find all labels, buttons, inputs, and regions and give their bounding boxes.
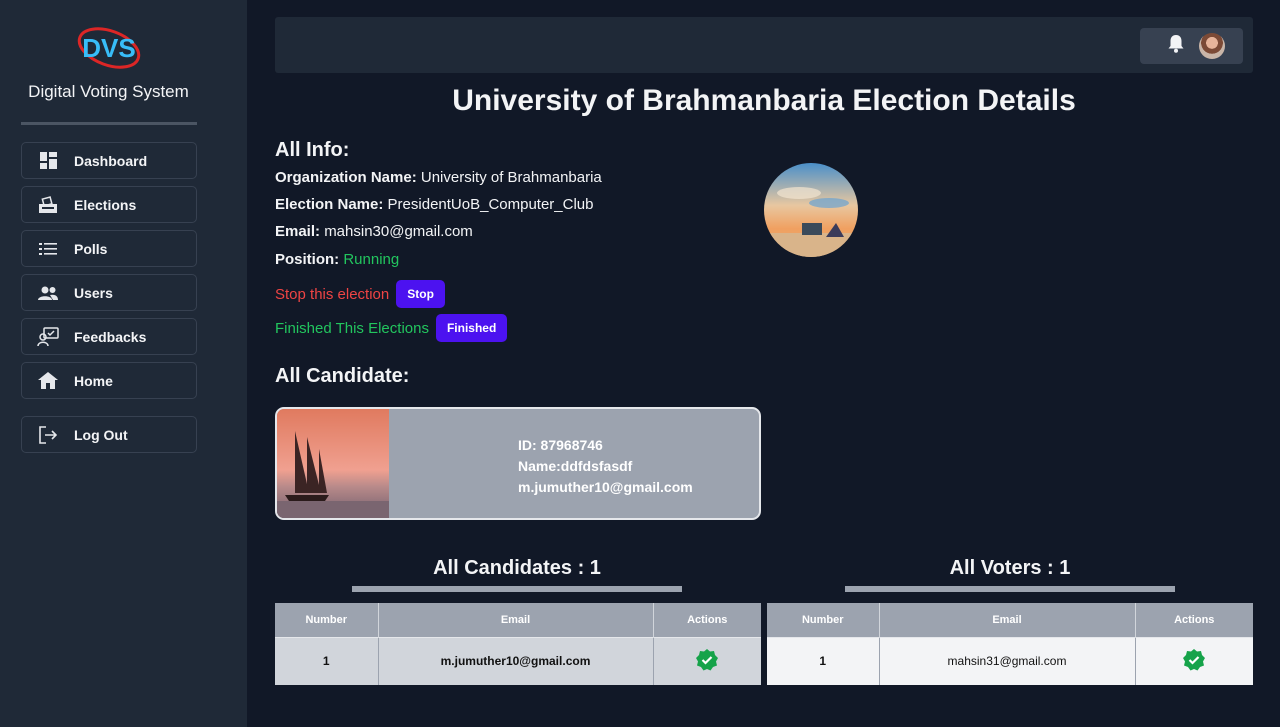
avatar[interactable] (1199, 33, 1225, 59)
candidate-name: Name:ddfdsfasdf (518, 458, 633, 474)
bell-icon[interactable] (1167, 34, 1185, 58)
dvs-logo: DVS (77, 27, 141, 69)
position-row: Position: Running (275, 251, 399, 268)
position-label: Position: (275, 251, 340, 268)
column-header: Actions (1135, 603, 1253, 637)
stop-row: Stop this election Stop (275, 280, 445, 308)
sidebar-item-home[interactable]: Home (21, 362, 197, 399)
feedback-icon (22, 326, 74, 347)
candidate-id: ID: 87968746 (518, 437, 603, 453)
sidebar-item-elections[interactable]: Elections (21, 186, 197, 223)
row-email: mahsin31@gmail.com (879, 636, 1136, 685)
voters-table: Number Email Actions 1 mahsin31@gmail.co… (767, 603, 1253, 685)
home-icon (22, 372, 74, 389)
election-label: Election Name: (275, 196, 384, 213)
dashboard-icon (22, 152, 74, 169)
svg-text:DVS: DVS (82, 33, 135, 63)
table-row: 1 m.jumuther10@gmail.com (275, 636, 761, 685)
sidebar-item-label: Home (74, 372, 113, 389)
top-bar (275, 17, 1253, 73)
candidates-table: Number Email Actions 1 m.jumuther10@gmai… (275, 603, 761, 685)
email-row: Email: mahsin30@gmail.com (275, 223, 473, 240)
election-value: PresidentUoB_Computer_Club (387, 196, 594, 213)
verified-check-icon[interactable] (1183, 648, 1206, 671)
column-header: Actions (653, 603, 761, 637)
logout-icon (22, 425, 74, 444)
users-icon (22, 286, 74, 300)
sidebar-item-users[interactable]: Users (21, 274, 197, 311)
finished-button[interactable]: Finished (435, 314, 508, 342)
table-header-row: Number Email Actions (275, 603, 761, 637)
org-value: University of Brahmanbaria (420, 169, 602, 186)
voters-table-title: All Voters : 1 (949, 557, 1071, 579)
finish-text: Finished This Elections (275, 319, 429, 337)
finish-row: Finished This Elections Finished (275, 314, 508, 342)
sidebar-item-label: Polls (74, 240, 108, 257)
user-menu[interactable] (1140, 28, 1243, 64)
sidebar-item-label: Dashboard (74, 152, 148, 169)
candidate-photo (277, 409, 389, 518)
sidebar-item-label: Feedbacks (74, 328, 147, 345)
column-header: Number (767, 603, 880, 637)
row-email: m.jumuther10@gmail.com (378, 636, 654, 685)
organization-photo (764, 163, 858, 257)
org-label: Organization Name: (275, 169, 417, 186)
sidebar-item-feedbacks[interactable]: Feedbacks (21, 318, 197, 355)
sidebar-item-polls[interactable]: Polls (21, 230, 197, 267)
list-icon (22, 242, 74, 256)
column-header: Email (879, 603, 1136, 637)
logout-button[interactable]: Log Out (21, 416, 197, 453)
sidebar: DVS Digital Voting System Dashboard Elec… (0, 0, 247, 727)
brand-name: Digital Voting System (28, 82, 189, 101)
election-row: Election Name: PresidentUoB_Computer_Clu… (275, 196, 594, 213)
page-title: University of Brahmanbaria Election Deta… (452, 84, 1076, 117)
ballot-box-icon (22, 195, 74, 214)
divider (352, 586, 682, 592)
candidate-card[interactable]: ID: 87968746 Name:ddfdsfasdf m.jumuther1… (275, 407, 761, 520)
position-status: Running (343, 251, 400, 268)
row-number: 1 (275, 636, 379, 685)
candidates-table-title: All Candidates : 1 (433, 557, 601, 579)
row-actions (653, 636, 761, 685)
row-actions (1135, 636, 1253, 685)
table-header-row: Number Email Actions (767, 603, 1253, 637)
candidate-details: ID: 87968746 Name:ddfdsfasdf m.jumuther1… (518, 435, 693, 498)
candidate-email: m.jumuther10@gmail.com (518, 479, 693, 495)
email-label: Email: (275, 223, 321, 240)
candidates-heading: All Candidate: (275, 365, 410, 387)
divider (845, 586, 1175, 592)
table-row: 1 mahsin31@gmail.com (767, 636, 1253, 685)
stop-button[interactable]: Stop (396, 280, 445, 308)
divider (21, 122, 197, 125)
organization-row: Organization Name: University of Brahman… (275, 169, 602, 186)
verified-check-icon[interactable] (696, 648, 719, 671)
sidebar-item-label: Users (74, 284, 113, 301)
sidebar-item-dashboard[interactable]: Dashboard (21, 142, 197, 179)
row-number: 1 (767, 636, 880, 685)
info-heading: All Info: (275, 139, 350, 161)
email-value: mahsin30@gmail.com (324, 223, 473, 240)
sidebar-item-label: Log Out (74, 426, 128, 443)
stop-text: Stop this election (275, 285, 390, 303)
column-header: Email (378, 603, 654, 637)
sidebar-item-label: Elections (74, 196, 137, 213)
column-header: Number (275, 603, 379, 637)
